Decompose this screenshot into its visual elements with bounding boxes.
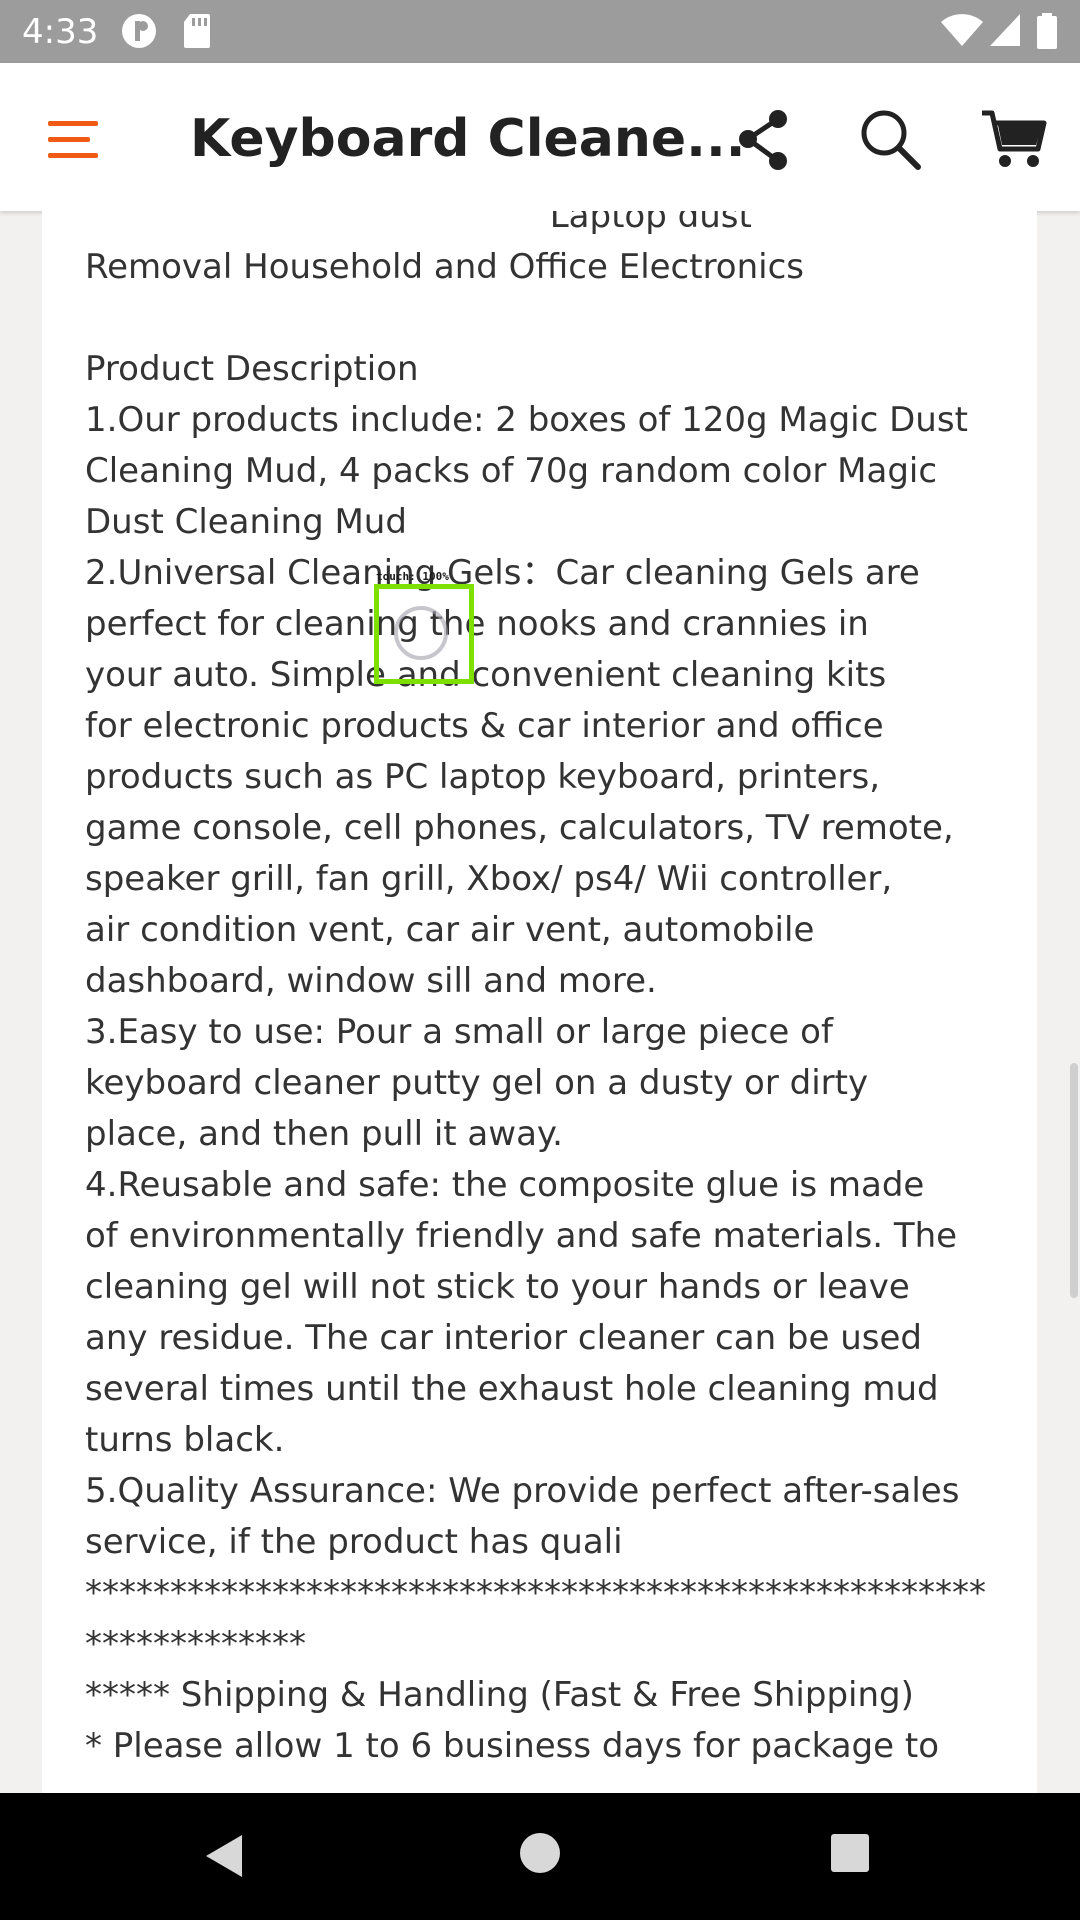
description-line: place, and then pull it away. bbox=[85, 1114, 563, 1154]
description-line: your auto. Simple and convenient cleanin… bbox=[85, 655, 887, 695]
recents-icon[interactable] bbox=[830, 1833, 870, 1873]
description-line: Cleaning Mud, 4 packs of 70g random colo… bbox=[85, 451, 938, 491]
description-line: 4.Reusable and safe: the composite glue … bbox=[85, 1165, 925, 1205]
description-line: turns black. bbox=[85, 1420, 285, 1460]
description-line: keyboard cleaner putty gel on a dusty or… bbox=[85, 1063, 869, 1103]
description-line: perfect for cleaning the nooks and crann… bbox=[85, 604, 869, 644]
description-line: 1.Our products include: 2 boxes of 120g … bbox=[85, 400, 968, 440]
description-line: dashboard, window sill and more. bbox=[85, 961, 657, 1001]
description-line: * Please allow 1 to 6 business days for … bbox=[85, 1726, 940, 1766]
description-line: ****************************************… bbox=[85, 1573, 986, 1613]
description-line: game console, cell phones, calculators, … bbox=[85, 808, 954, 848]
product-description-text: Laptop dust Removal Household and Office … bbox=[85, 211, 1015, 1772]
product-description-card[interactable]: Laptop dust Removal Household and Office … bbox=[42, 211, 1037, 1793]
description-line: air condition vent, car air vent, automo… bbox=[85, 910, 815, 950]
wifi-icon bbox=[941, 14, 983, 46]
description-line: Product Description bbox=[85, 349, 419, 389]
touch-indicator-circle bbox=[394, 606, 448, 660]
description-line: 5.Quality Assurance: We provide perfect … bbox=[85, 1471, 960, 1511]
description-line: 3.Easy to use: Pour a small or large pie… bbox=[85, 1012, 833, 1052]
description-line: service, if the product has quali bbox=[85, 1522, 623, 1562]
notification-app-icon bbox=[122, 14, 156, 48]
cart-icon[interactable] bbox=[978, 103, 1050, 175]
menu-icon[interactable] bbox=[38, 103, 110, 175]
description-line: for electronic products & car interior a… bbox=[85, 706, 884, 746]
description-line: speaker grill, fan grill, Xbox/ ps4/ Wii… bbox=[85, 859, 893, 899]
search-icon[interactable] bbox=[854, 103, 926, 175]
nav-bar bbox=[0, 1793, 1080, 1920]
home-icon[interactable] bbox=[518, 1831, 562, 1875]
description-line: 2.Universal Cleaning Gels：Car cleaning G… bbox=[85, 553, 920, 593]
share-icon[interactable] bbox=[728, 103, 800, 175]
app-bar: Keyboard Cleane... bbox=[0, 63, 1080, 211]
page-title: Keyboard Cleane... bbox=[190, 109, 746, 169]
touch-indicator-label: touch: 100% bbox=[376, 570, 449, 583]
description-line: products such as PC laptop keyboard, pri… bbox=[85, 757, 881, 797]
description-line: Dust Cleaning Mud bbox=[85, 502, 407, 542]
description-line: Removal Household and Office Electronics bbox=[85, 247, 805, 287]
back-icon[interactable] bbox=[200, 1831, 250, 1881]
description-line: Laptop dust bbox=[85, 211, 752, 236]
description-line: of environmentally friendly and safe mat… bbox=[85, 1216, 958, 1256]
description-line: any residue. The car interior cleaner ca… bbox=[85, 1318, 923, 1358]
description-line: cleaning gel will not stick to your hand… bbox=[85, 1267, 910, 1307]
status-time: 4:33 bbox=[22, 12, 99, 52]
description-line: ************* bbox=[85, 1624, 306, 1664]
description-line: ***** Shipping & Handling (Fast & Free S… bbox=[85, 1675, 914, 1715]
battery-icon bbox=[1037, 13, 1057, 49]
signal-icon bbox=[990, 14, 1020, 46]
status-bar: 4:33 bbox=[0, 0, 1080, 63]
description-line bbox=[85, 293, 1015, 344]
sd-card-icon bbox=[184, 14, 210, 48]
description-line: several times until the exhaust hole cle… bbox=[85, 1369, 939, 1409]
scrollbar[interactable] bbox=[1070, 1063, 1078, 1298]
